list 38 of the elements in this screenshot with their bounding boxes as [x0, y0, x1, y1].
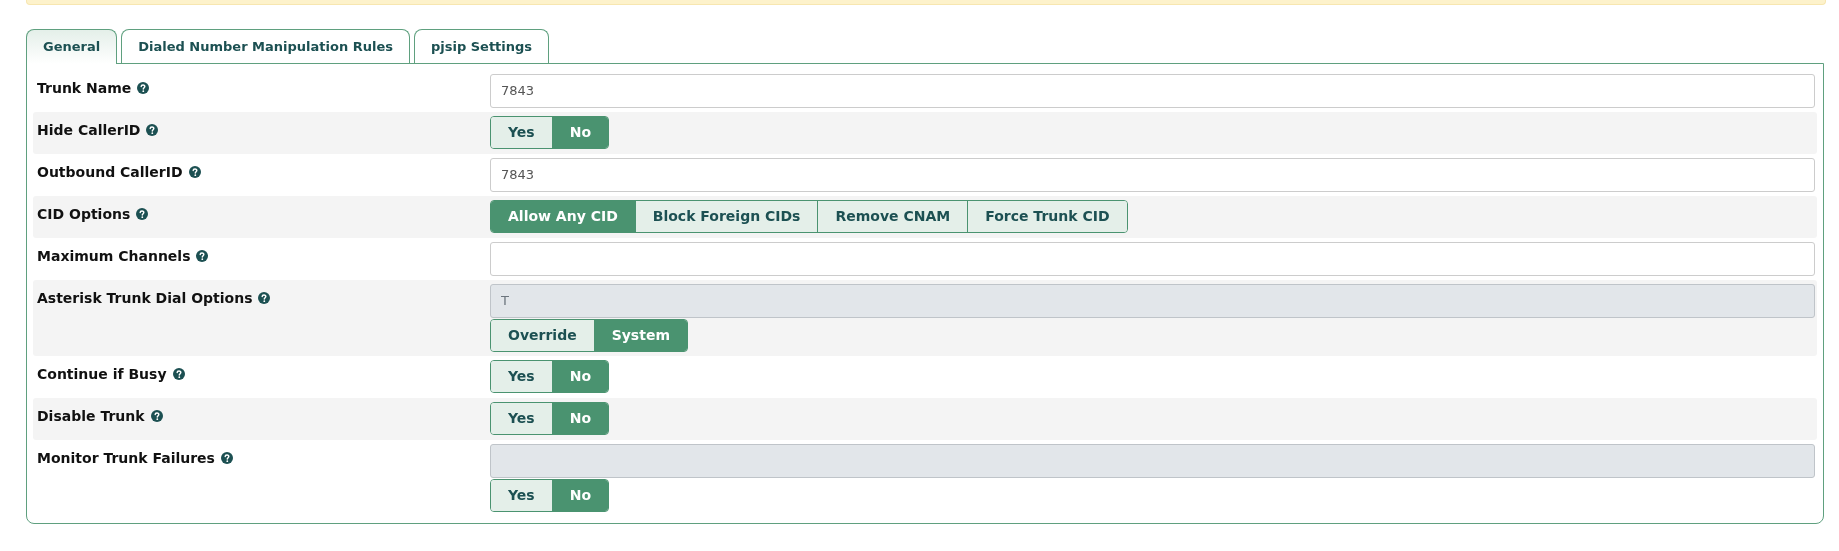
option-button[interactable]: Override	[491, 319, 594, 351]
field-label: Outbound CallerID	[37, 163, 183, 180]
help-icon[interactable]	[188, 165, 201, 178]
field-label: Monitor Trunk Failures	[37, 449, 215, 466]
help-icon[interactable]	[137, 81, 150, 94]
option-button[interactable]: Yes	[491, 116, 552, 148]
help-icon[interactable]	[150, 409, 163, 422]
field-label: Maximum Channels	[37, 247, 191, 264]
field-label: CID Options	[37, 205, 131, 222]
help-icon[interactable]	[220, 451, 233, 464]
tab[interactable]: Dialed Number Manipulation Rules	[121, 29, 410, 63]
tab[interactable]: pjsip Settings	[413, 29, 550, 63]
option-button[interactable]: No	[551, 360, 609, 392]
input-field[interactable]: 7843	[490, 157, 1815, 192]
option-button[interactable]: No	[551, 402, 609, 434]
help-icon[interactable]	[258, 291, 271, 304]
option-button[interactable]: Yes	[491, 479, 552, 511]
help-icon[interactable]	[172, 367, 185, 380]
input-field[interactable]: 7843	[490, 73, 1815, 108]
option-button[interactable]: Block Foreign CIDs	[634, 200, 818, 232]
option-button[interactable]: System	[593, 319, 687, 351]
help-icon[interactable]	[196, 249, 209, 262]
field-label: Continue if Busy	[37, 365, 167, 382]
tab[interactable]: General	[26, 29, 118, 64]
option-button[interactable]: Force Trunk CID	[967, 200, 1127, 232]
option-button[interactable]: Yes	[491, 402, 552, 434]
option-button[interactable]: No	[551, 479, 609, 511]
option-button[interactable]: Yes	[491, 360, 552, 392]
option-button[interactable]: No	[551, 116, 609, 148]
field-label: Hide CallerID	[37, 121, 141, 138]
option-button[interactable]: Allow Any CID	[491, 200, 635, 232]
field-label: Disable Trunk	[37, 407, 145, 424]
help-icon[interactable]	[136, 207, 149, 220]
help-icon[interactable]	[146, 123, 159, 136]
input-field[interactable]	[490, 241, 1815, 276]
field-label: Asterisk Trunk Dial Options	[37, 289, 253, 306]
field-label: Trunk Name	[37, 79, 132, 96]
option-button[interactable]: Remove CNAM	[817, 200, 968, 232]
